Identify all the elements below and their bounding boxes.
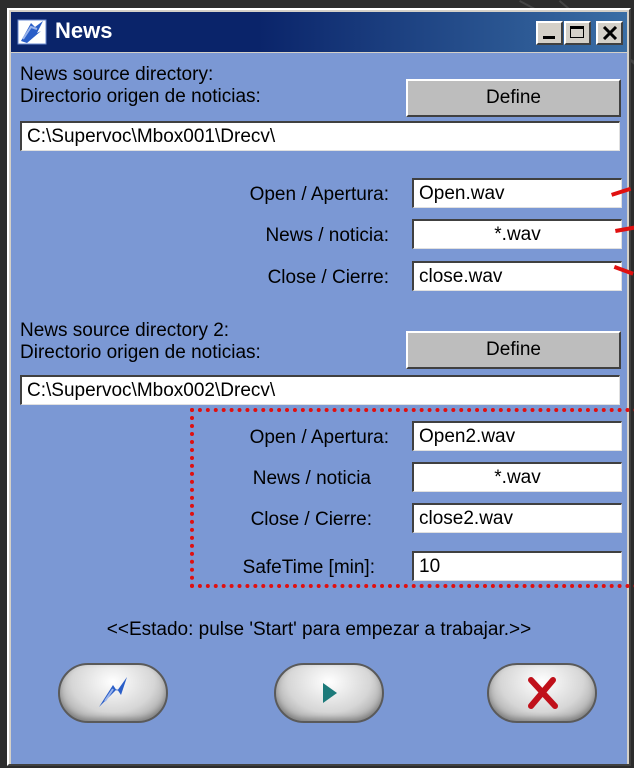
minimize-button[interactable] bbox=[536, 21, 563, 45]
maximize-icon bbox=[570, 26, 584, 38]
window-title: News bbox=[55, 18, 113, 43]
safetime-label: SafeTime [min]: bbox=[242, 557, 375, 578]
safetime-input[interactable]: 10 bbox=[412, 551, 622, 581]
configure-button[interactable] bbox=[58, 663, 168, 723]
source2-label-line2: Directorio origen de noticias: bbox=[20, 342, 261, 363]
source2-close-input[interactable]: close2.wav bbox=[412, 503, 622, 533]
minimize-icon bbox=[543, 36, 555, 39]
news-window: News News source directory: Directorio o… bbox=[7, 8, 634, 766]
define-button-2[interactable]: Define bbox=[406, 331, 621, 369]
source1-label-line1: News source directory: bbox=[20, 64, 214, 85]
start-button[interactable] bbox=[274, 663, 384, 723]
status-text: <<Estado: pulse 'Start' para empezar a t… bbox=[106, 619, 532, 640]
source2-news-label: News / noticia bbox=[252, 468, 371, 489]
source1-label-line2: Directorio origen de noticias: bbox=[20, 86, 261, 107]
source1-open-label: Open / Apertura: bbox=[249, 184, 389, 205]
source2-label-line1: News source directory 2: bbox=[20, 320, 230, 341]
lightning-icon bbox=[99, 677, 127, 707]
client-area: News source directory: Directorio origen… bbox=[11, 53, 634, 764]
source2-open-input[interactable]: Open2.wav bbox=[412, 421, 622, 451]
title-bar[interactable]: News bbox=[11, 12, 627, 52]
source1-news-label: News / noticia: bbox=[265, 225, 389, 246]
close-icon bbox=[602, 26, 618, 40]
source1-path-input[interactable]: C:\Supervoc\Mbox001\Drecv\ bbox=[20, 121, 620, 151]
app-icon bbox=[17, 19, 47, 45]
close-button[interactable] bbox=[596, 21, 623, 45]
play-icon bbox=[323, 683, 337, 703]
exit-button[interactable] bbox=[487, 663, 597, 723]
source2-open-label: Open / Apertura: bbox=[249, 427, 389, 448]
maximize-button[interactable] bbox=[564, 21, 591, 45]
source1-close-input[interactable]: close.wav bbox=[412, 261, 622, 291]
x-icon bbox=[528, 677, 558, 709]
source1-news-input[interactable]: *.wav bbox=[412, 219, 622, 249]
define-button-1[interactable]: Define bbox=[406, 79, 621, 117]
source1-open-input[interactable]: Open.wav bbox=[412, 178, 622, 208]
source2-path-input[interactable]: C:\Supervoc\Mbox002\Drecv\ bbox=[20, 375, 620, 405]
source2-news-input[interactable]: *.wav bbox=[412, 462, 622, 492]
source1-close-label: Close / Cierre: bbox=[267, 267, 389, 288]
source2-close-label: Close / Cierre: bbox=[250, 509, 372, 530]
